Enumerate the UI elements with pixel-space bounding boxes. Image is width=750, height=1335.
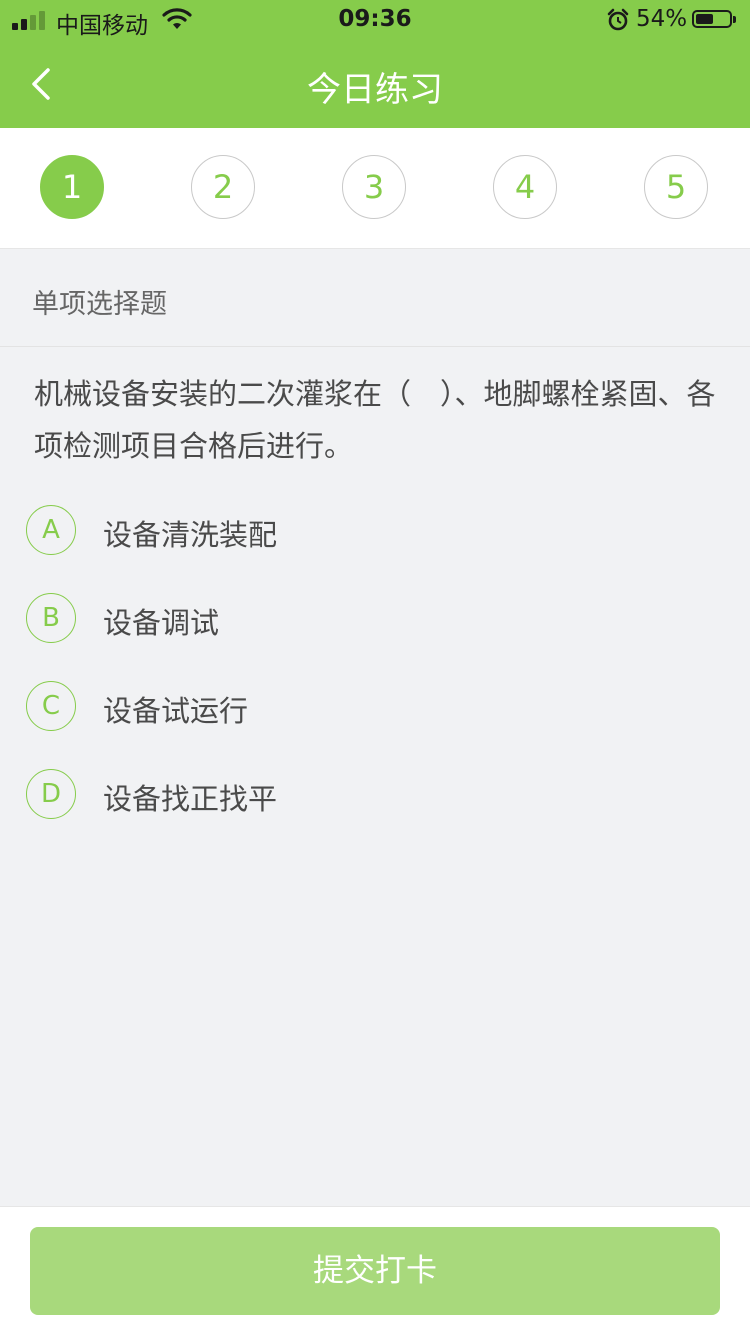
bottom-bar: 提交打卡 — [0, 1206, 750, 1335]
option-c-letter: C — [26, 681, 76, 731]
page-title: 今日练习 — [307, 70, 443, 110]
option-d-text: 设备找正找平 — [103, 782, 278, 816]
alarm-icon — [607, 8, 629, 31]
step-4[interactable]: 4 — [493, 155, 557, 219]
option-d-letter: D — [26, 769, 76, 819]
battery-percent: 54% — [636, 6, 688, 32]
step-5[interactable]: 5 — [644, 155, 708, 219]
option-b[interactable]: B 设备调试 — [26, 593, 726, 645]
option-c[interactable]: C 设备试运行 — [26, 681, 726, 733]
option-a-letter: A — [26, 505, 76, 555]
option-a-text: 设备清洗装配 — [103, 518, 278, 552]
option-b-letter: B — [26, 593, 76, 643]
option-b-text: 设备调试 — [103, 606, 220, 640]
step-2[interactable]: 2 — [191, 155, 255, 219]
battery-icon — [692, 10, 736, 28]
submit-checkin-button[interactable]: 提交打卡 — [30, 1227, 720, 1315]
question-text: 机械设备安装的二次灌浆在（ ）、地脚螺栓紧固、各项检测项目合格后进行。 — [34, 377, 716, 463]
question-type-section: 单项选择题 — [0, 248, 750, 347]
question-type-label: 单项选择题 — [32, 289, 167, 320]
option-a[interactable]: A 设备清洗装配 — [26, 505, 726, 557]
status-bar: 中国移动 09:36 54% — [0, 0, 750, 40]
option-c-text: 设备试运行 — [103, 694, 249, 728]
step-3[interactable]: 3 — [342, 155, 406, 219]
question-stepper: 1 2 3 4 5 — [0, 128, 750, 249]
option-d[interactable]: D 设备找正找平 — [26, 769, 726, 821]
step-1[interactable]: 1 — [40, 155, 104, 219]
header-bar: 中国移动 09:36 54% 今日练习 — [0, 0, 750, 128]
